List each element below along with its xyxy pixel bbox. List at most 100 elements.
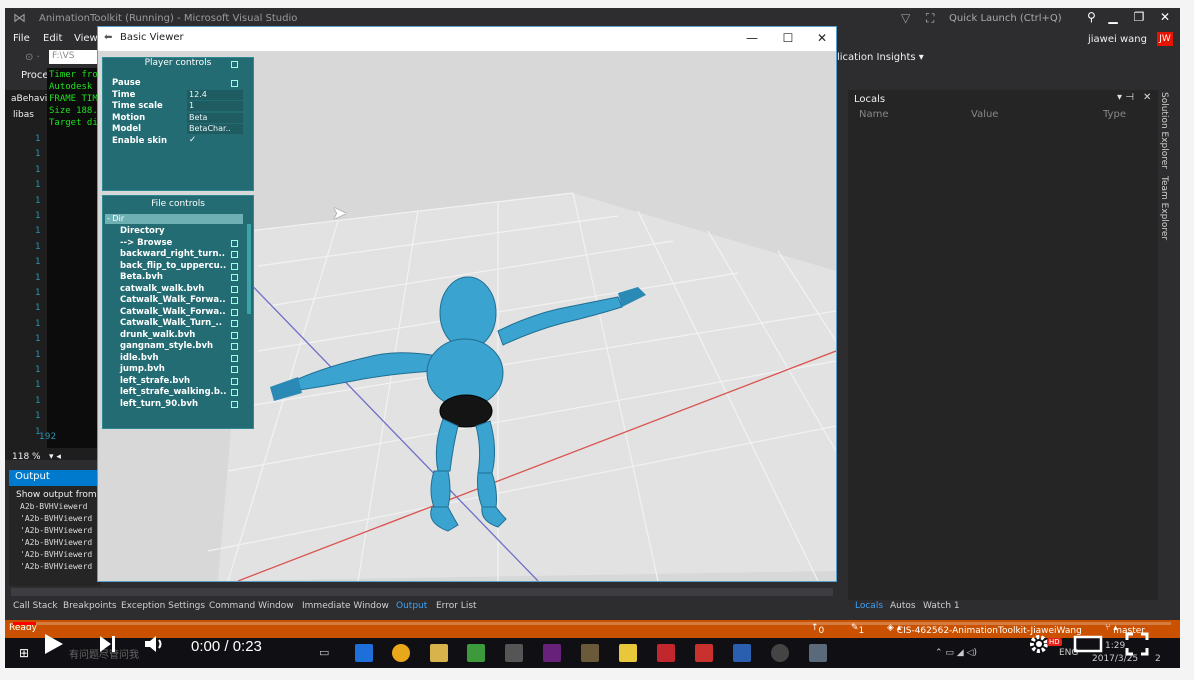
video-progress-bar[interactable] [13, 622, 1171, 625]
app-icon[interactable] [695, 644, 713, 662]
tab-locals[interactable]: Locals [855, 601, 883, 611]
model-field[interactable]: BetaChar.. [187, 124, 243, 134]
motion-field[interactable]: Beta [187, 113, 243, 123]
file-item[interactable]: idle.bvh [120, 353, 159, 363]
app-icon[interactable] [467, 644, 485, 662]
file-item[interactable]: jump.bvh [120, 364, 165, 374]
viewer-title-bar[interactable]: ⬅ Basic Viewer — ☐ ✕ [98, 27, 836, 51]
output-pane-header[interactable]: Output [9, 470, 99, 486]
notification-count[interactable]: 2 [1155, 654, 1161, 664]
tab-call-stack[interactable]: Call Stack [13, 601, 58, 611]
file-item[interactable]: catwalk_walk.bvh [120, 284, 204, 294]
tab-watch-1[interactable]: Watch 1 [923, 601, 960, 611]
dir-folder[interactable]: - Dir [105, 214, 243, 224]
file-item[interactable]: Catwalk_Walk_Turn_.. [120, 318, 222, 328]
start-icon[interactable]: ⊞ [19, 646, 29, 660]
file-item-button[interactable] [231, 262, 238, 270]
time-field[interactable]: 12.4 [187, 90, 243, 100]
file-item-button[interactable] [231, 389, 238, 396]
theater-mode-icon[interactable] [1073, 634, 1103, 654]
tab-team-explorer[interactable]: Team Explorer [1159, 176, 1169, 240]
file-item-button[interactable] [231, 297, 238, 304]
visual-studio-icon[interactable] [543, 644, 561, 662]
search-icon[interactable]: ⚲ [1087, 10, 1096, 24]
file-item[interactable]: left_strafe_walking.b.. [120, 387, 226, 397]
nav-back-icon[interactable]: ⊙ · [25, 52, 40, 63]
next-icon[interactable] [97, 634, 117, 654]
file-item[interactable]: back_flip_to_uppercu.. [120, 261, 226, 271]
fullscreen-icon[interactable] [1125, 632, 1149, 656]
tab-solution-explorer[interactable]: Solution Explorer [1159, 92, 1169, 169]
clock-time[interactable]: 1:29 [1105, 641, 1125, 651]
chrome-icon[interactable] [392, 644, 410, 662]
file-item-button[interactable] [231, 343, 238, 350]
app-icon[interactable] [581, 644, 599, 662]
time-scale-field[interactable]: 1 [187, 101, 243, 111]
horizontal-scrollbar[interactable] [11, 588, 833, 596]
tab-error-list[interactable]: Error List [436, 601, 477, 611]
panel-collapse-icon[interactable] [231, 61, 238, 68]
file-item-button[interactable] [231, 320, 238, 327]
viewer-maximize-button[interactable]: ☐ [778, 31, 798, 45]
pane-close-icon[interactable]: ✕ [1143, 92, 1151, 103]
tab-breakpoints[interactable]: Breakpoints [63, 601, 117, 611]
menu-view[interactable]: View [74, 33, 98, 44]
file-list-scrollbar[interactable] [247, 224, 251, 314]
editor-tab[interactable]: aBehavi [11, 94, 47, 104]
play-icon[interactable] [41, 632, 65, 656]
user-name[interactable]: jiawei wang [1088, 34, 1147, 45]
file-item[interactable]: drunk_walk.bvh [120, 330, 195, 340]
menu-file[interactable]: File [13, 33, 30, 44]
3d-viewport[interactable]: Player controls Pause Time 12.4 Time sca… [98, 51, 836, 581]
locals-col-type[interactable]: Type [1103, 109, 1126, 120]
app-icon[interactable] [733, 644, 751, 662]
file-item-button[interactable] [231, 285, 238, 293]
console-tab[interactable]: F:\VS [49, 50, 99, 64]
viewer-minimize-button[interactable]: — [742, 31, 762, 45]
pause-checkbox[interactable] [231, 80, 238, 87]
close-button[interactable]: ✕ [1155, 10, 1175, 24]
volume-icon[interactable] [143, 632, 167, 656]
application-insights-button[interactable]: lication Insights ▾ [837, 52, 924, 63]
locals-col-value[interactable]: Value [971, 109, 998, 120]
tab-exception-settings[interactable]: Exception Settings [121, 601, 205, 611]
file-item-button[interactable] [231, 377, 238, 385]
restore-button[interactable]: ❐ [1129, 10, 1149, 24]
tab-command-window[interactable]: Command Window [209, 601, 294, 611]
sticky-notes-icon[interactable] [619, 644, 637, 662]
menu-edit[interactable]: Edit [43, 33, 62, 44]
file-item-button[interactable] [231, 331, 238, 339]
file-item[interactable]: Beta.bvh [120, 272, 163, 282]
tab-autos[interactable]: Autos [890, 601, 916, 611]
user-avatar[interactable]: JW [1157, 32, 1173, 46]
basic-viewer-icon[interactable] [809, 644, 827, 662]
app-icon[interactable] [505, 644, 523, 662]
file-item[interactable]: left_strafe.bvh [120, 376, 190, 386]
tab-immediate-window[interactable]: Immediate Window [302, 601, 389, 611]
acrobat-icon[interactable] [657, 644, 675, 662]
file-item[interactable]: Catwalk_Walk_Forwa.. [120, 295, 226, 305]
minimize-button[interactable]: ▁ [1103, 10, 1123, 24]
enable-skin-checkbox[interactable]: ✓ [189, 135, 196, 145]
file-item-button[interactable] [231, 354, 238, 362]
viewer-close-button[interactable]: ✕ [812, 31, 832, 45]
edge-icon[interactable] [355, 644, 373, 662]
file-item[interactable]: Directory [120, 226, 165, 236]
editor-file[interactable]: libas [13, 110, 34, 120]
filter-icon[interactable]: ▽ [901, 11, 910, 25]
locals-col-name[interactable]: Name [859, 109, 889, 120]
zoom-dropdown-icon[interactable]: ▾ ◂ [49, 452, 61, 462]
tab-output[interactable]: Output [396, 601, 427, 611]
file-item[interactable]: left_turn_90.bvh [120, 399, 198, 409]
file-item-button[interactable] [231, 239, 238, 247]
quick-launch-input[interactable]: Quick Launch (Ctrl+Q) [945, 10, 1085, 28]
file-item-button[interactable] [231, 308, 238, 316]
file-item[interactable]: Catwalk_Walk_Forwa.. [120, 307, 226, 317]
file-item[interactable]: gangnam_style.bvh [120, 341, 213, 351]
app-icon[interactable] [771, 644, 789, 662]
file-explorer-icon[interactable] [430, 644, 448, 662]
zoom-level[interactable]: 118 % [12, 452, 41, 462]
feedback-icon[interactable]: ⛶ [926, 11, 934, 26]
file-item[interactable]: backward_right_turn.. [120, 249, 225, 259]
file-item[interactable]: --> Browse [120, 238, 172, 248]
